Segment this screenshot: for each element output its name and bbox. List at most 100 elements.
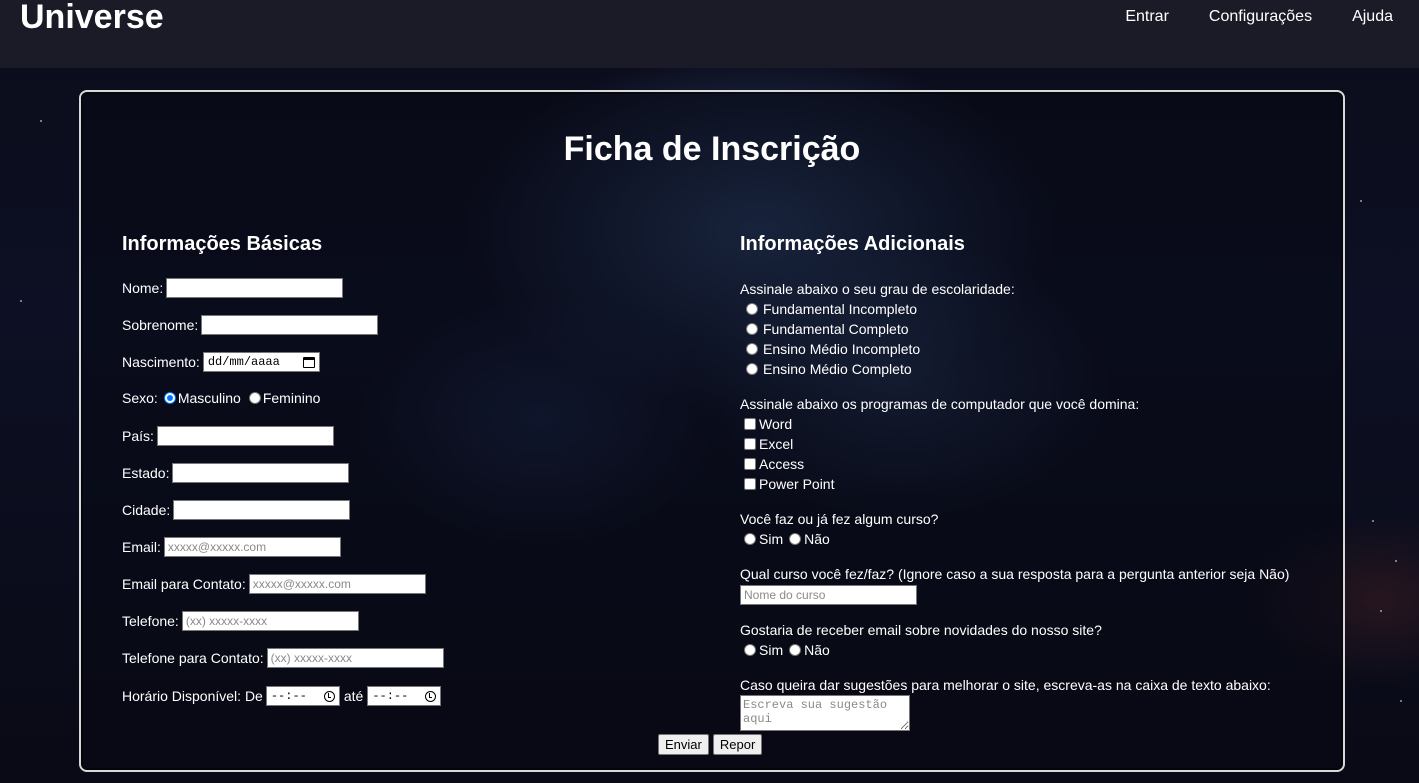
reset-button[interactable]: Repor: [712, 734, 763, 755]
programas-question: Assinale abaixo os programas de computad…: [740, 396, 1140, 412]
programa-label: Power Point: [759, 476, 835, 492]
sexo-label: Sexo:: [122, 390, 158, 406]
pais-row: País:: [122, 426, 334, 446]
escolaridade-radio[interactable]: [746, 303, 758, 315]
cidade-input[interactable]: [173, 500, 351, 520]
email-input[interactable]: [163, 537, 341, 557]
escolaridade-option: Ensino Médio Completo: [740, 359, 1015, 379]
escolaridade-radio[interactable]: [746, 363, 758, 375]
programas-group: Assinale abaixo os programas de computad…: [740, 394, 1139, 494]
sexo-feminino-label: Feminino: [262, 390, 321, 406]
sugestao-textarea[interactable]: [740, 695, 910, 731]
programa-option: Excel: [740, 434, 1139, 454]
additional-info-heading: Informações Adicionais: [740, 233, 965, 255]
nascimento-row: Nascimento: dd/mm/aaaa: [122, 352, 320, 372]
curso-group: Você faz ou já fez algum curso? Sim Não: [740, 509, 938, 549]
nascimento-date-input[interactable]: dd/mm/aaaa: [202, 352, 320, 372]
sugestao-group: Caso queira dar sugestões para melhorar …: [740, 675, 1271, 734]
nascimento-label: Nascimento:: [122, 354, 200, 370]
nav-entrar-link[interactable]: Entrar: [1125, 8, 1169, 26]
telefone-contato-input[interactable]: [266, 648, 444, 668]
escolaridade-option: Fundamental Incompleto: [740, 299, 1015, 319]
brand-logo[interactable]: Universe: [20, 0, 164, 37]
sexo-row: Sexo: Masculino Feminino: [122, 390, 320, 406]
sexo-masculino-label: Masculino: [177, 390, 241, 406]
curso-nao-label: Não: [804, 531, 830, 547]
email-news-sim-radio[interactable]: [744, 644, 756, 656]
escolaridade-option-label: Ensino Médio Completo: [763, 361, 912, 377]
telefone-row: Telefone:: [122, 611, 359, 631]
escolaridade-option: Ensino Médio Incompleto: [740, 339, 1015, 359]
cidade-label: Cidade:: [122, 502, 171, 518]
sobrenome-input[interactable]: [201, 315, 379, 335]
calendar-icon[interactable]: [302, 356, 315, 368]
horario-row: Horário Disponível: De --:-- até --:--: [122, 686, 442, 706]
email-contato-row: Email para Contato:: [122, 574, 426, 594]
horario-fim-input[interactable]: --:--: [367, 686, 442, 706]
email-news-options: Sim Não: [740, 640, 1102, 660]
cidade-row: Cidade:: [122, 500, 351, 520]
programa-checkbox[interactable]: [744, 478, 756, 490]
telefone-contato-row: Telefone para Contato:: [122, 648, 444, 668]
horario-ate-label: até: [343, 688, 364, 704]
sobrenome-label: Sobrenome:: [122, 317, 199, 333]
programa-option: Word: [740, 414, 1139, 434]
programa-option: Power Point: [740, 474, 1139, 494]
escolaridade-radio[interactable]: [746, 343, 758, 355]
horario-inicio-input[interactable]: --:--: [265, 686, 340, 706]
escolaridade-radio[interactable]: [746, 323, 758, 335]
date-placeholder: dd/mm/aaaa: [207, 355, 280, 369]
email-news-group: Gostaria de receber email sobre novidade…: [740, 620, 1102, 660]
programa-label: Access: [759, 456, 805, 472]
escolaridade-option-label: Ensino Médio Incompleto: [763, 341, 921, 357]
escolaridade-option-label: Fundamental Completo: [763, 321, 909, 337]
sexo-masculino-radio[interactable]: [163, 392, 176, 404]
qual-curso-question: Qual curso você fez/faz? (Ignore caso a …: [740, 566, 1290, 582]
sexo-feminino-radio[interactable]: [248, 392, 261, 404]
nav-configuracoes-link[interactable]: Configurações: [1209, 8, 1312, 26]
email-news-question: Gostaria de receber email sobre novidade…: [740, 622, 1102, 638]
nome-label: Nome:: [122, 280, 164, 296]
curso-question: Você faz ou já fez algum curso?: [740, 511, 939, 527]
email-news-nao-radio[interactable]: [789, 644, 802, 656]
qual-curso-group: Qual curso você fez/faz? (Ignore caso a …: [740, 564, 1289, 605]
telefone-label: Telefone:: [122, 613, 179, 629]
email-news-sim-label: Sim: [759, 642, 784, 658]
programa-checkbox[interactable]: [744, 458, 756, 470]
programa-checkbox[interactable]: [744, 418, 756, 430]
telefone-contato-label: Telefone para Contato:: [122, 650, 264, 666]
nome-input[interactable]: [166, 278, 344, 298]
pais-input[interactable]: [156, 426, 334, 446]
form-buttons: Enviar Repor: [658, 734, 763, 755]
basic-info-heading: Informações Básicas: [122, 233, 323, 255]
programa-checkbox[interactable]: [744, 438, 756, 450]
escolaridade-group: Assinale abaixo o seu grau de escolarida…: [740, 279, 1015, 379]
nav-ajuda-link[interactable]: Ajuda: [1352, 8, 1393, 26]
registration-form-card: Ficha de Inscrição Informações Básicas N…: [79, 90, 1345, 772]
qual-curso-input[interactable]: [740, 585, 917, 605]
estado-input[interactable]: [172, 463, 350, 483]
curso-sim-radio[interactable]: [744, 533, 756, 545]
curso-nao-radio[interactable]: [789, 533, 802, 545]
curso-options: Sim Não: [740, 529, 938, 549]
submit-button[interactable]: Enviar: [658, 734, 709, 755]
estado-row: Estado:: [122, 463, 350, 483]
email-contato-label: Email para Contato:: [122, 576, 246, 592]
horario-label: Horário Disponível: De: [122, 688, 263, 704]
page-title: Ficha de Inscrição: [563, 130, 861, 168]
escolaridade-option: Fundamental Completo: [740, 319, 1015, 339]
time-placeholder: --:--: [372, 689, 409, 703]
curso-sim-label: Sim: [759, 531, 784, 547]
email-contato-input[interactable]: [248, 574, 426, 594]
top-navbar: Universe Entrar Configurações Ajuda: [0, 0, 1419, 68]
clock-icon[interactable]: [323, 690, 335, 702]
email-row: Email:: [122, 537, 341, 557]
programa-option: Access: [740, 454, 1139, 474]
email-label: Email:: [122, 539, 161, 555]
telefone-input[interactable]: [181, 611, 359, 631]
programa-label: Excel: [759, 436, 794, 452]
time-placeholder: --:--: [270, 689, 307, 703]
escolaridade-question: Assinale abaixo o seu grau de escolarida…: [740, 281, 1015, 297]
clock-icon[interactable]: [425, 690, 437, 702]
main-nav: Entrar Configurações Ajuda: [1125, 8, 1393, 26]
